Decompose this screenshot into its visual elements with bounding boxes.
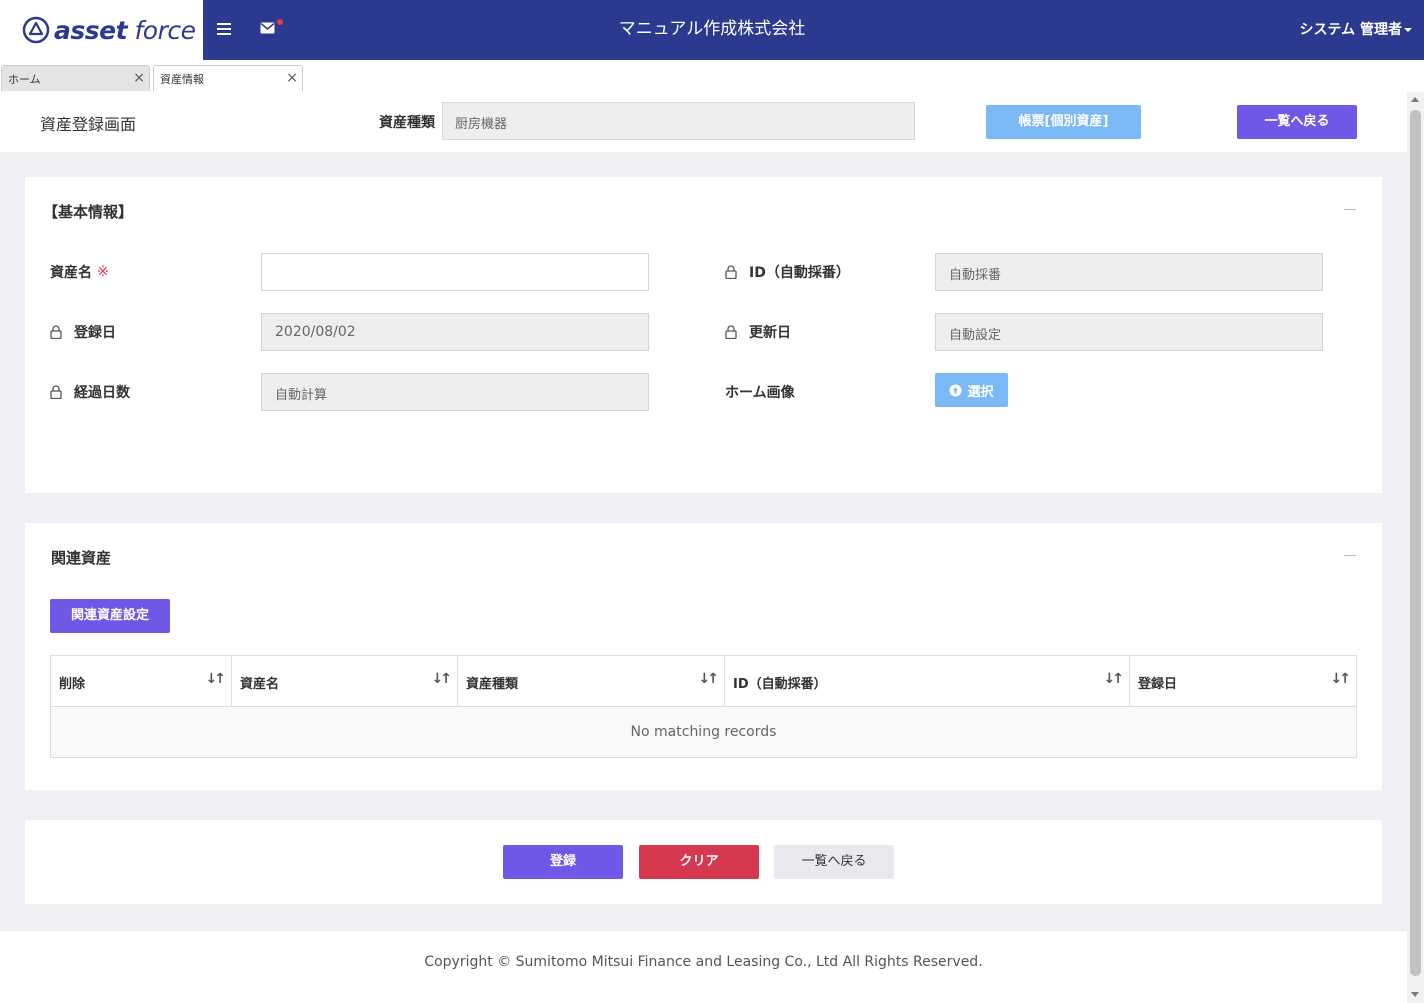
sort-icon: ↓↑ bbox=[205, 671, 227, 687]
form-report-button[interactable]: 帳票[個別資産] bbox=[986, 105, 1141, 139]
collapse-icon[interactable] bbox=[1344, 555, 1356, 556]
lock-icon bbox=[50, 385, 62, 399]
asset-type-label: 資産種類 bbox=[379, 115, 435, 131]
close-icon[interactable]: × bbox=[133, 71, 145, 85]
section-title: 関連資産 bbox=[51, 549, 112, 567]
menu-toggle-icon[interactable] bbox=[215, 20, 233, 38]
tab-home[interactable]: ホーム × bbox=[1, 65, 150, 91]
column-header-asset-name[interactable]: 資産名 ↓↑ bbox=[232, 656, 458, 706]
collapse-icon[interactable] bbox=[1344, 209, 1356, 210]
related-assets-setting-button[interactable]: 関連資産設定 bbox=[50, 599, 170, 633]
copyright-text: Copyright © Sumitomo Mitsui Finance and … bbox=[424, 954, 983, 970]
footer: Copyright © Sumitomo Mitsui Finance and … bbox=[0, 931, 1407, 1003]
table-header: 削除 ↓↑ 資産名 ↓↑ 資産種類 ↓↑ ID（自動採番） ↓↑ 登録日 ↓↑ bbox=[51, 656, 1356, 707]
top-bar: asset force マニュアル作成株式会社 システム 管理者 bbox=[0, 0, 1424, 60]
column-header-asset-type[interactable]: 資産種類 ↓↑ bbox=[458, 656, 725, 706]
back-to-list-button[interactable]: 一覧へ戻る bbox=[774, 845, 894, 879]
basic-info-card: 【基本情報】 資産名 ※ ID（自動採番） 自動採番 登録日 2020/08/02… bbox=[25, 177, 1382, 493]
asset-name-label: 資産名 ※ bbox=[50, 264, 109, 281]
sort-icon: ↓↑ bbox=[431, 671, 453, 687]
logo-icon bbox=[22, 16, 50, 44]
tab-asset-info[interactable]: 資産情報 × bbox=[153, 65, 303, 91]
lock-icon bbox=[50, 325, 62, 339]
scroll-down-icon[interactable] bbox=[1411, 992, 1419, 997]
select-image-button[interactable]: 選択 bbox=[935, 373, 1008, 407]
tab-label: 資産情報 bbox=[160, 73, 204, 86]
back-to-list-button[interactable]: 一覧へ戻る bbox=[1237, 105, 1357, 139]
page-title: 資産登録画面 bbox=[40, 115, 137, 134]
sort-icon: ↓↑ bbox=[1103, 671, 1125, 687]
clear-button[interactable]: クリア bbox=[639, 845, 759, 879]
scroll-thumb[interactable] bbox=[1410, 110, 1421, 976]
scroll-up-icon[interactable] bbox=[1411, 97, 1419, 102]
empty-table-message: No matching records bbox=[51, 707, 1356, 757]
logo-text: asset force bbox=[54, 15, 196, 45]
lock-icon bbox=[725, 265, 737, 279]
column-header-reg-date[interactable]: 登録日 ↓↑ bbox=[1130, 656, 1356, 706]
register-button[interactable]: 登録 bbox=[503, 845, 623, 879]
sort-icon: ↓↑ bbox=[1330, 671, 1352, 687]
mail-icon[interactable] bbox=[260, 22, 275, 34]
reg-date-field: 2020/08/02 bbox=[261, 313, 649, 351]
action-card: 登録 クリア 一覧へ戻る bbox=[25, 820, 1382, 904]
notification-badge bbox=[277, 19, 283, 25]
upd-date-field: 自動設定 bbox=[935, 313, 1323, 351]
asset-name-input[interactable] bbox=[261, 253, 649, 291]
required-mark: ※ bbox=[97, 264, 109, 280]
tab-bar: ホーム × 資産情報 × bbox=[0, 60, 1424, 92]
caret-down-icon bbox=[1404, 28, 1412, 32]
logo[interactable]: asset force bbox=[0, 0, 203, 60]
upd-date-label: 更新日 bbox=[725, 322, 791, 342]
upload-icon bbox=[949, 384, 962, 396]
related-assets-table: 削除 ↓↑ 資産名 ↓↑ 資産種類 ↓↑ ID（自動採番） ↓↑ 登録日 ↓↑ No ma… bbox=[50, 655, 1357, 758]
sort-icon: ↓↑ bbox=[698, 671, 720, 687]
column-header-delete[interactable]: 削除 ↓↑ bbox=[51, 656, 232, 706]
elapsed-days-field: 自動計算 bbox=[261, 373, 649, 411]
id-field: 自動採番 bbox=[935, 253, 1323, 291]
elapsed-days-label: 経過日数 bbox=[50, 382, 130, 402]
company-name: マニュアル作成株式会社 bbox=[618, 19, 806, 39]
column-header-id[interactable]: ID（自動採番） ↓↑ bbox=[725, 656, 1130, 706]
id-label: ID（自動採番） bbox=[725, 262, 850, 282]
vertical-scrollbar[interactable] bbox=[1407, 92, 1424, 1003]
close-icon[interactable]: × bbox=[286, 71, 298, 85]
page-header: 資産登録画面 資産種類 厨房機器 帳票[個別資産] 一覧へ戻る bbox=[0, 92, 1407, 152]
reg-date-label: 登録日 bbox=[50, 322, 116, 342]
tab-label: ホーム bbox=[8, 73, 41, 86]
user-menu[interactable]: システム 管理者 bbox=[1300, 0, 1412, 60]
asset-type-field: 厨房機器 bbox=[442, 102, 915, 140]
section-title: 【基本情報】 bbox=[43, 203, 134, 221]
user-name: システム 管理者 bbox=[1299, 22, 1402, 38]
lock-icon bbox=[725, 325, 737, 339]
home-image-label: ホーム画像 bbox=[725, 385, 795, 401]
related-assets-card: 関連資産 関連資産設定 削除 ↓↑ 資産名 ↓↑ 資産種類 ↓↑ ID（自動採番） ↓↑… bbox=[25, 523, 1382, 790]
